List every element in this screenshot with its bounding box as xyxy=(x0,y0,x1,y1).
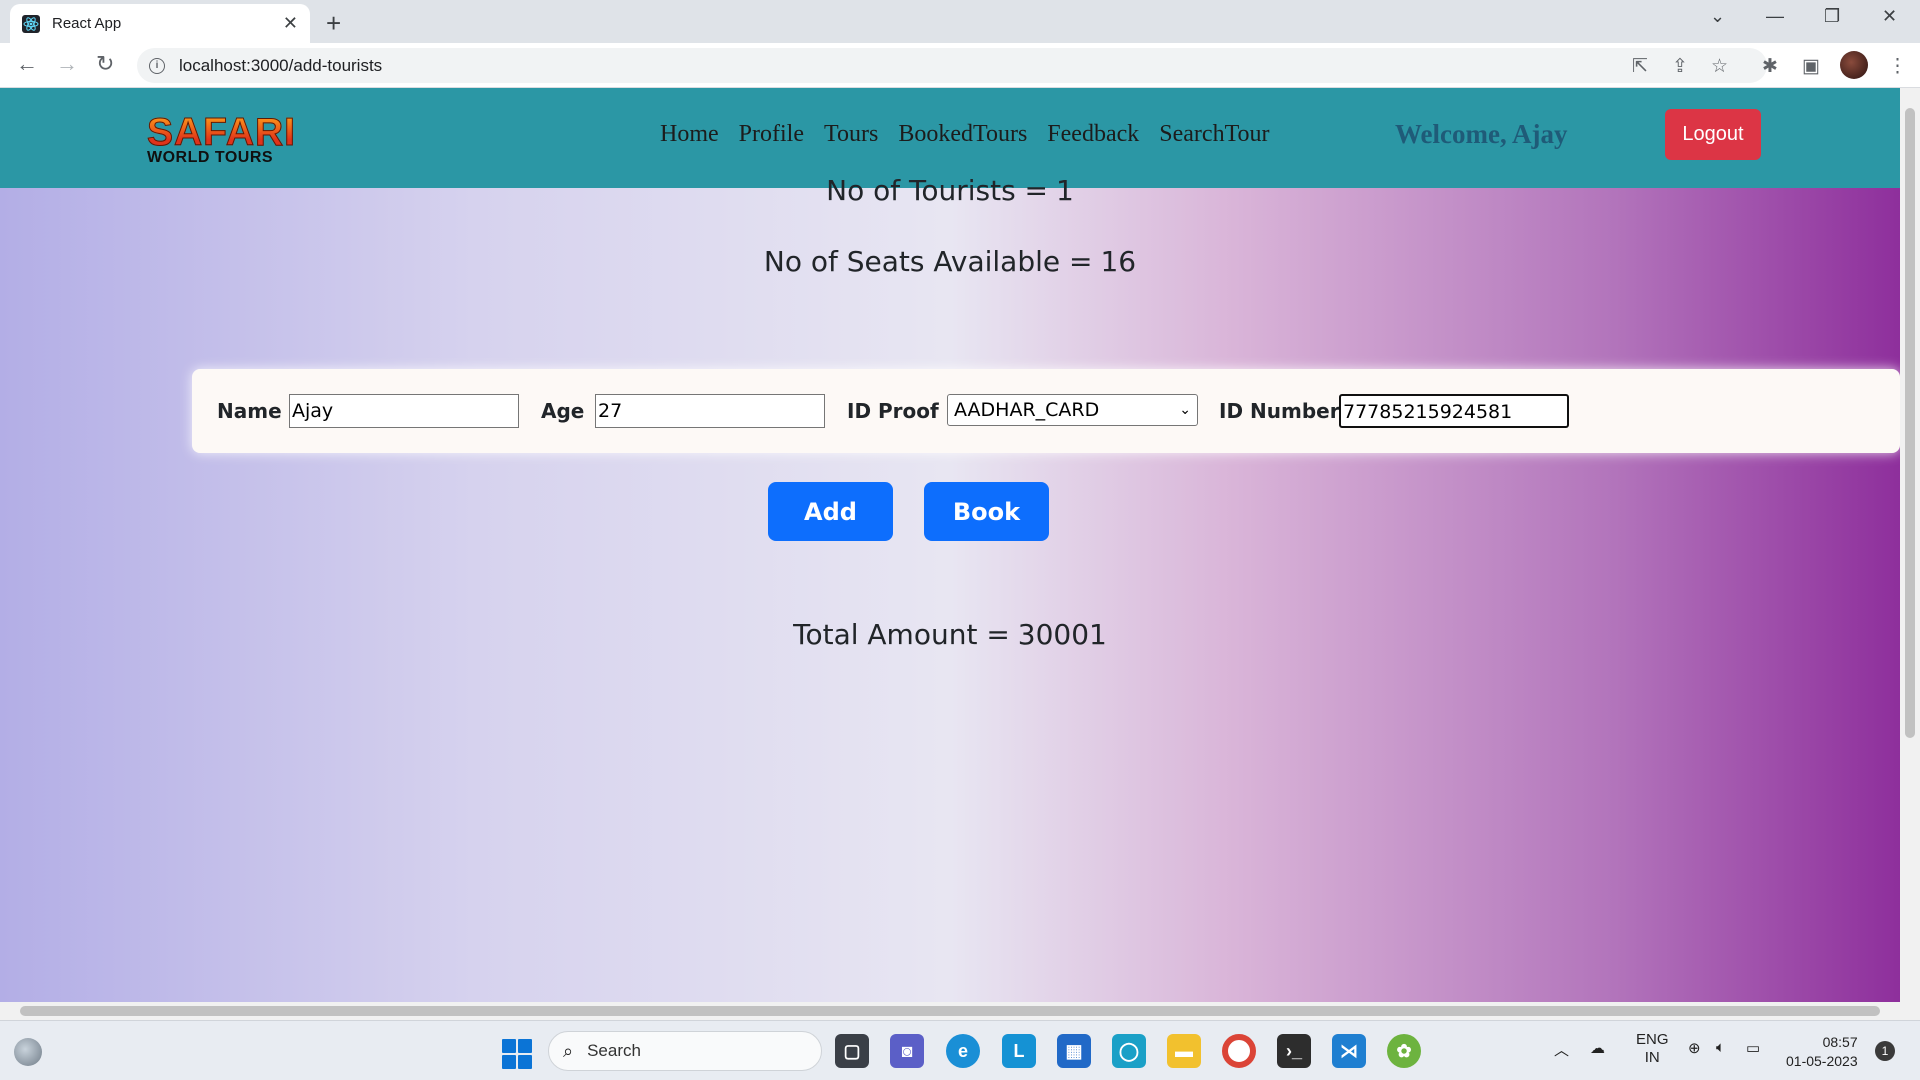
network-globe-icon[interactable]: ⊕ xyxy=(1688,1039,1701,1057)
welcome-message: Welcome, Ajay xyxy=(1395,119,1568,149)
notification-badge[interactable]: 1 xyxy=(1875,1041,1895,1061)
clock-date: 01-05-2023 xyxy=(1786,1053,1858,1069)
site-info-icon[interactable]: i xyxy=(149,57,165,74)
share-icon[interactable]: ⇪ xyxy=(1672,55,1688,78)
new-tab-icon[interactable]: + xyxy=(326,8,341,39)
reload-icon[interactable]: ↻ xyxy=(96,51,114,77)
window-close-icon[interactable]: ✕ xyxy=(1882,6,1897,27)
edge-icon[interactable]: e xyxy=(946,1034,980,1068)
chrome-icon[interactable] xyxy=(1222,1034,1256,1068)
tourist-form-row: Name Ajay Age 27 ID Proof AADHAR_CARD ⌄ … xyxy=(192,369,1900,453)
browser-tab[interactable]: React App ✕ xyxy=(10,4,310,43)
seats-available-label: No of Seats Available = xyxy=(763,245,1093,278)
name-input[interactable]: Ajay xyxy=(289,394,519,428)
search-icon: ⌕ xyxy=(563,1040,574,1061)
tab-close-icon[interactable]: ✕ xyxy=(283,13,298,34)
spring-tools-icon[interactable]: ✿ xyxy=(1387,1034,1421,1068)
windows-start-icon[interactable] xyxy=(502,1039,532,1069)
id-number-label: ID Number xyxy=(1219,399,1340,423)
id-proof-selected: AADHAR_CARD xyxy=(954,399,1100,421)
taskbar: ⌕ Search ▢ ◙ e L ▦ ◯ ▬ ›_ ⋊ ✿ ︿ ☁ ENG IN… xyxy=(0,1020,1920,1080)
nav-bookedtours-link[interactable]: BookedTours xyxy=(898,121,1027,148)
l-app-icon[interactable]: L xyxy=(1002,1034,1036,1068)
extensions-icon[interactable]: ✱ xyxy=(1762,55,1778,78)
language-code: ENG xyxy=(1636,1031,1669,1048)
taskbar-clock[interactable]: 08:57 01-05-2023 xyxy=(1786,1033,1858,1071)
react-favicon-icon xyxy=(22,14,40,33)
horizontal-scroll-thumb[interactable] xyxy=(20,1006,1880,1016)
seats-available-value: 16 xyxy=(1100,245,1137,278)
bookmark-star-icon[interactable]: ☆ xyxy=(1711,55,1728,78)
teams-chat-icon[interactable]: ◙ xyxy=(890,1034,924,1068)
horizontal-scrollbar[interactable] xyxy=(0,1002,1920,1020)
age-input[interactable]: 27 xyxy=(595,394,825,428)
tab-search-chevron-icon[interactable]: ⌄ xyxy=(1710,6,1725,27)
restore-icon[interactable]: ❐ xyxy=(1824,6,1840,27)
nav-links: Home Profile Tours BookedTours Feedback … xyxy=(660,121,1270,148)
nav-feedback-link[interactable]: Feedback xyxy=(1047,121,1139,148)
id-proof-select[interactable]: AADHAR_CARD ⌄ xyxy=(947,394,1198,426)
seats-available: No of Seats Available = 16 xyxy=(0,245,1900,278)
back-icon[interactable]: ← xyxy=(16,51,38,77)
vscode-icon[interactable]: ⋊ xyxy=(1332,1034,1366,1068)
add-button[interactable]: Add xyxy=(768,482,893,541)
tray-overflow-chevron-icon[interactable]: ︿ xyxy=(1554,1039,1569,1060)
profile-avatar[interactable] xyxy=(1840,51,1868,79)
tab-title: React App xyxy=(52,15,122,32)
page-viewport: SAFARI WORLD TOURS Home Profile Tours Bo… xyxy=(0,88,1900,1002)
address-url[interactable]: localhost:3000/add-tourists xyxy=(179,56,382,76)
chevron-down-icon: ⌄ xyxy=(1179,402,1191,418)
browser-tab-bar: React App ✕ + ⌄ — ❐ ✕ xyxy=(0,0,1920,43)
clock-time: 08:57 xyxy=(1822,1034,1858,1050)
logout-button[interactable]: Logout xyxy=(1665,109,1761,160)
site-navbar: SAFARI WORLD TOURS Home Profile Tours Bo… xyxy=(0,88,1900,188)
tourist-count-label: No of Tourists = xyxy=(826,174,1049,207)
total-amount-label: Total Amount = xyxy=(793,618,1010,651)
id-number-input[interactable]: 77785215924581 xyxy=(1339,394,1569,428)
language-indicator[interactable]: ENG IN xyxy=(1636,1031,1669,1067)
browser-toolbar: ← → ↻ i localhost:3000/add-tourists ⇱ ⇪ … xyxy=(0,43,1920,88)
id-proof-label: ID Proof xyxy=(847,399,939,423)
cortana-icon[interactable]: ◯ xyxy=(1112,1034,1146,1068)
name-label: Name xyxy=(217,399,282,423)
battery-icon[interactable]: ▭ xyxy=(1746,1039,1760,1057)
browser-menu-icon[interactable]: ⋮ xyxy=(1888,55,1907,78)
address-bar[interactable]: i localhost:3000/add-tourists xyxy=(137,48,1767,83)
task-view-icon[interactable]: ▢ xyxy=(835,1034,869,1068)
total-amount-value: 30001 xyxy=(1017,618,1107,651)
onedrive-icon[interactable]: ☁ xyxy=(1590,1039,1605,1057)
nav-tours-link[interactable]: Tours xyxy=(824,121,878,148)
file-explorer-icon[interactable]: ▬ xyxy=(1167,1034,1201,1068)
volume-icon[interactable]: 🔈︎ xyxy=(1716,1039,1725,1056)
tourist-count-value: 1 xyxy=(1056,174,1074,207)
taskbar-search[interactable]: ⌕ Search xyxy=(548,1031,822,1071)
region-code: IN xyxy=(1644,1049,1660,1066)
nav-searchtour-link[interactable]: SearchTour xyxy=(1159,121,1269,148)
total-amount: Total Amount = 30001 xyxy=(0,618,1900,651)
store-icon[interactable]: ▦ xyxy=(1057,1034,1091,1068)
taskbar-search-placeholder: Search xyxy=(587,1041,641,1060)
vertical-scroll-thumb[interactable] xyxy=(1905,108,1915,738)
logo-title: SAFARI xyxy=(147,113,319,153)
forward-icon[interactable]: → xyxy=(56,51,78,77)
vertical-scrollbar[interactable] xyxy=(1900,88,1920,1002)
nav-profile-link[interactable]: Profile xyxy=(739,121,804,148)
open-in-app-icon[interactable]: ⇱ xyxy=(1632,55,1648,78)
side-panel-icon[interactable]: ▣ xyxy=(1802,55,1820,78)
weather-widget-icon[interactable] xyxy=(14,1038,42,1066)
age-label: Age xyxy=(541,399,585,423)
book-button[interactable]: Book xyxy=(924,482,1049,541)
terminal-icon[interactable]: ›_ xyxy=(1277,1034,1311,1068)
tourist-count: No of Tourists = 1 xyxy=(0,174,1900,207)
nav-home-link[interactable]: Home xyxy=(660,121,719,148)
minimize-icon[interactable]: — xyxy=(1766,6,1784,27)
safari-logo[interactable]: SAFARI WORLD TOURS xyxy=(147,113,319,172)
